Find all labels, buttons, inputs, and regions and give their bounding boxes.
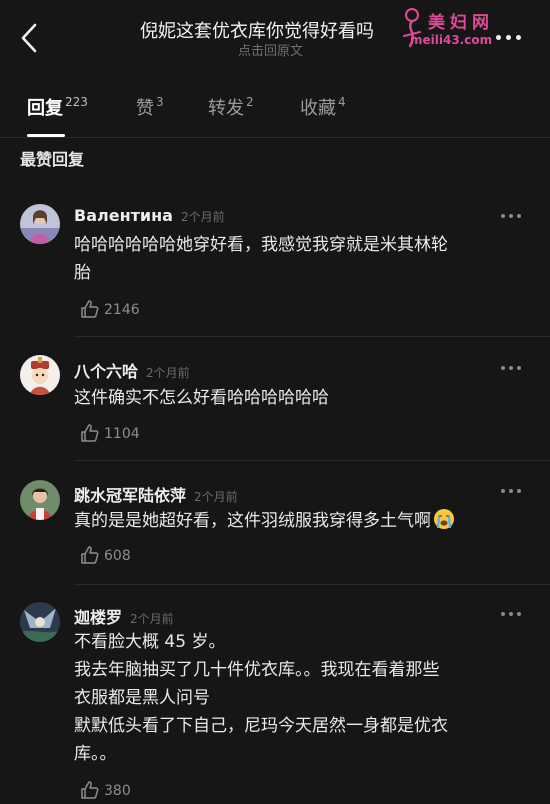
back-to-original-link[interactable]: 点击回原文 [238, 40, 303, 59]
comment-body: 真的是是她超好看，这件羽绒服我穿得多土气啊 [74, 507, 529, 535]
comment-time: 2个月前 [146, 366, 190, 380]
comment-line: 库。。 [74, 744, 117, 764]
comment-body: 这件确实不怎么好看哈哈哈哈哈哈 [74, 384, 529, 412]
comment-body: 不看脸大概 45 岁。 我去年脑抽买了几十件优衣库。。我现在看着那些 衣服都是黑… [74, 628, 529, 768]
divider [74, 336, 550, 337]
tab-count: 2 [246, 95, 254, 109]
user-avatar-photo [20, 204, 60, 244]
section-title: 最赞回复 [20, 150, 85, 169]
more-horizontal-icon[interactable] [500, 486, 522, 496]
username[interactable]: Валентина [74, 206, 173, 225]
like-button[interactable]: 1104 [80, 423, 140, 445]
cartoon-avatar [20, 355, 60, 395]
thumbs-up-icon [81, 781, 99, 799]
tab-favorites[interactable]: 收藏 4 [300, 94, 346, 120]
divider [74, 460, 550, 461]
more-horizontal-icon[interactable] [500, 609, 522, 619]
comment-body: 哈哈哈哈哈哈她穿好看，我感觉我穿就是米其林轮 胎 [74, 231, 529, 287]
more-horizontal-icon[interactable] [500, 211, 522, 221]
comment-time: 2个月前 [180, 210, 225, 224]
tab-label: 赞 [136, 98, 154, 119]
more-horizontal-icon[interactable] [494, 31, 524, 45]
tab-reposts[interactable]: 转发 2 [208, 94, 254, 120]
avatar[interactable] [20, 204, 60, 244]
site-watermark: 美妇网 meili43.com [398, 6, 498, 54]
more-horizontal-icon[interactable] [500, 363, 522, 373]
comment-author[interactable]: 迦楼罗 2个月前 [74, 604, 174, 628]
comment-line: 真的是是她超好看，这件羽绒服我穿得多土气啊 [74, 507, 529, 535]
like-button[interactable]: 380 [80, 780, 131, 802]
like-count: 1104 [104, 426, 140, 442]
tab-label: 转发 [208, 98, 244, 119]
thumbs-up-icon [81, 546, 99, 564]
comment-line: 不看脸大概 45 岁。 [74, 632, 226, 652]
tab-replies[interactable]: 回复 223 [27, 94, 88, 120]
comment-line: 这件确实不怎么好看哈哈哈哈哈哈 [74, 388, 329, 408]
divider [0, 137, 550, 138]
comment-time: 2个月前 [130, 612, 174, 626]
like-count: 380 [104, 783, 131, 799]
like-count: 608 [104, 548, 131, 564]
chevron-left-icon[interactable] [18, 22, 42, 54]
avatar[interactable] [20, 602, 60, 642]
tab-label: 收藏 [300, 98, 336, 119]
divider [74, 584, 550, 585]
comment-time: 2个月前 [194, 490, 238, 504]
like-button[interactable]: 608 [80, 545, 131, 567]
username[interactable]: 迦楼罗 [74, 608, 122, 627]
tab-count: 223 [65, 95, 88, 109]
tab-count: 3 [156, 95, 164, 109]
tab-label: 回复 [27, 98, 63, 119]
avatar[interactable] [20, 355, 60, 395]
thumbs-up-icon [81, 424, 99, 442]
like-button[interactable]: 2146 [80, 299, 140, 321]
like-count: 2146 [104, 302, 140, 318]
username[interactable]: 八个六哈 [74, 362, 138, 381]
comment-line: 衣服都是黑人问号 [74, 688, 210, 708]
comment-author[interactable]: 八个六哈 2个月前 [74, 358, 190, 382]
crying-face-icon [434, 509, 454, 529]
comment-line: 哈哈哈哈哈哈她穿好看，我感觉我穿就是米其林轮 [74, 235, 448, 255]
comment-line: 默默低头看了下自己，尼玛今天居然一身都是优衣 [74, 716, 448, 736]
tab-count: 4 [338, 95, 346, 109]
comment-author[interactable]: 跳水冠军陆依萍 2个月前 [74, 482, 238, 506]
tab-likes[interactable]: 赞3 [136, 94, 164, 120]
comment-line: 胎 [74, 263, 91, 283]
tab-bar: 回复 223 赞3 转发 2 收藏 4 [0, 86, 550, 138]
thumbs-up-icon [81, 300, 99, 318]
top-bar: 倪妮这套优衣库你觉得好看吗 点击回原文 美妇网 meili43.com [0, 0, 550, 78]
comment-line-text: 真的是是她超好看，这件羽绒服我穿得多土气啊 [74, 511, 431, 531]
comment-author[interactable]: Валентина 2个月前 [74, 206, 225, 225]
username[interactable]: 跳水冠军陆依萍 [74, 486, 186, 505]
user-avatar-photo [20, 480, 60, 520]
avatar[interactable] [20, 480, 60, 520]
watermark-title: 美妇网 [428, 13, 494, 33]
user-avatar-photo [20, 602, 60, 642]
watermark-domain: meili43.com [410, 33, 493, 47]
comment-line: 我去年脑抽买了几十件优衣库。。我现在看着那些 [74, 660, 440, 680]
